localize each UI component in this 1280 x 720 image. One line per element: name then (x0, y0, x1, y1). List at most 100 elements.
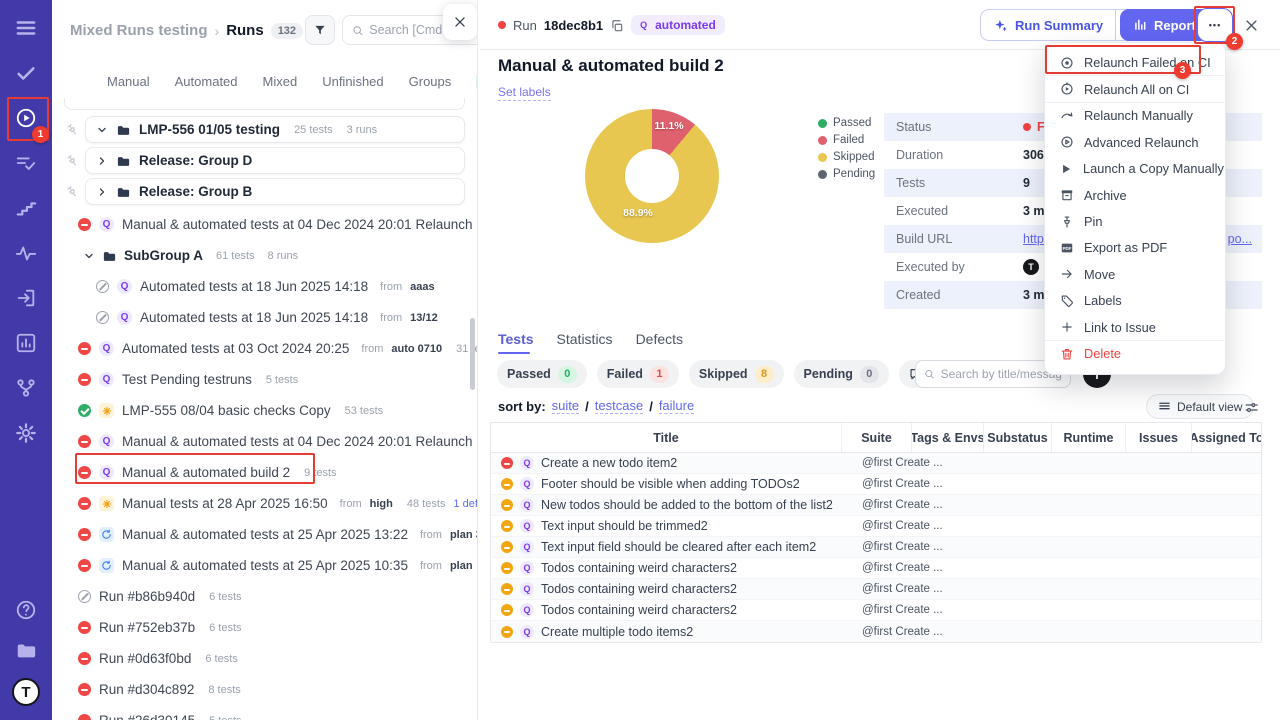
run-row-selected[interactable]: Manual & automated build 2 9 tests (52, 457, 477, 488)
table-row[interactable]: New todos should be added to the bottom … (491, 495, 1261, 516)
menu-item-export-pdf[interactable]: Export as PDF (1045, 235, 1225, 261)
tests-search-input[interactable] (941, 367, 1062, 381)
chevron-right-icon[interactable] (96, 185, 108, 199)
test-title[interactable]: Text input field should be cleared after… (541, 540, 816, 554)
test-suite[interactable]: @first Create ... (842, 562, 1263, 574)
group-title[interactable]: SubGroup A (124, 248, 203, 263)
run-row[interactable]: Automated tests at 18 Jun 2025 14:18 fro… (52, 271, 477, 302)
group-card[interactable]: Release: Group D (85, 147, 465, 174)
test-title[interactable]: Footer should be visible when adding TOD… (541, 477, 800, 491)
test-title[interactable]: Text input should be trimmed2 (541, 519, 708, 533)
run-row[interactable]: Run #d304c892 8 tests (52, 674, 477, 705)
tab-unfinished[interactable]: Unfinished (322, 74, 383, 89)
run-title[interactable]: Run #d304c892 (99, 682, 194, 697)
col-suite[interactable]: Suite (842, 423, 912, 452)
group-title[interactable]: Release: Group D (139, 153, 252, 168)
passed-filter-chip[interactable]: Passed0 (497, 360, 587, 388)
menu-item-relaunch-failed-ci[interactable]: Relaunch Failed on CI (1045, 50, 1225, 76)
test-suite[interactable]: @first Create ... (842, 541, 1263, 553)
test-suite[interactable]: @first Create ... (842, 604, 1263, 616)
run-row[interactable]: Automated tests at 18 Jun 2025 14:18 fro… (52, 302, 477, 333)
tab-statistics[interactable]: Statistics (557, 331, 613, 354)
test-title[interactable]: Create multiple todo items2 (541, 625, 693, 639)
tab-automated[interactable]: Automated (175, 74, 238, 89)
test-suite[interactable]: @first Create ... (842, 478, 1263, 490)
filter-button[interactable] (305, 15, 335, 45)
copy-icon[interactable] (610, 17, 624, 33)
menu-item-relaunch-manually[interactable]: Relaunch Manually (1045, 103, 1225, 129)
pulse-icon[interactable] (14, 241, 38, 265)
run-title[interactable]: Manual tests at 28 Apr 2025 16:50 (122, 496, 328, 511)
col-title[interactable]: Title (491, 423, 842, 452)
test-suite[interactable]: @first Create ... (842, 520, 1263, 532)
test-title[interactable]: Todos containing weird characters2 (541, 582, 737, 596)
run-title[interactable]: Automated tests at 03 Oct 2024 20:25 (122, 341, 349, 356)
group-title[interactable]: Release: Group B (139, 184, 252, 199)
run-title[interactable]: Run #752eb37b (99, 620, 195, 635)
col-runtime[interactable]: Runtime (1052, 423, 1126, 452)
pending-filter-chip[interactable]: Pending0 (794, 360, 889, 388)
table-row[interactable]: Create multiple todo items2 @first Creat… (491, 621, 1261, 642)
sign-in-icon[interactable] (14, 286, 38, 310)
tab-tests[interactable]: Tests (498, 331, 534, 354)
table-row[interactable]: Create a new todo item2 @first Create ..… (491, 453, 1261, 474)
run-title[interactable]: Run #b86b940d (99, 589, 195, 604)
test-title[interactable]: Todos containing weird characters2 (541, 561, 737, 575)
automated-badge[interactable]: automated (631, 15, 725, 35)
test-suite[interactable]: @first Create ... (842, 583, 1263, 595)
skipped-filter-chip[interactable]: Skipped8 (689, 360, 784, 388)
check-icon[interactable] (14, 61, 38, 85)
menu-item-advanced-relaunch[interactable]: Advanced Relaunch (1045, 129, 1225, 155)
run-title[interactable]: LMP-555 08/04 basic checks Copy (122, 403, 331, 418)
run-row[interactable]: Run #26d30145 5 tests (52, 705, 477, 720)
list-check-icon[interactable] (14, 151, 38, 175)
col-assigned-to[interactable]: Assigned To (1192, 423, 1261, 452)
run-row[interactable]: Manual tests at 28 Apr 2025 16:50 from h… (52, 488, 477, 519)
menu-item-pin[interactable]: Pin (1045, 208, 1225, 234)
scrollbar[interactable] (470, 318, 475, 390)
table-row[interactable]: Text input should be trimmed2 @first Cre… (491, 516, 1261, 537)
col-substatus[interactable]: Substatus (984, 423, 1052, 452)
run-row[interactable]: Test Pending testruns 5 tests (52, 364, 477, 395)
set-labels-link[interactable]: Set labels (498, 85, 551, 101)
tab-manual[interactable]: Manual (107, 74, 150, 89)
close-detail-icon[interactable] (1244, 16, 1259, 33)
table-row[interactable]: Footer should be visible when adding TOD… (491, 474, 1261, 495)
run-row[interactable]: Run #752eb37b 6 tests (52, 612, 477, 643)
group-card[interactable]: Release: Group B (85, 178, 465, 205)
branch-icon[interactable] (14, 376, 38, 400)
help-icon[interactable] (14, 598, 38, 622)
run-title[interactable]: Manual & automated tests at 04 Dec 2024 … (122, 217, 477, 232)
run-title[interactable]: Manual & automated tests at 04 Dec 2024 … (122, 434, 472, 449)
run-row[interactable]: Run #0d63f0bd 6 tests (52, 643, 477, 674)
view-selector[interactable]: Default view (1146, 394, 1254, 419)
group-card[interactable]: LMP-556 01/05 testing 25 tests 3 runs (85, 116, 465, 143)
menu-icon[interactable] (14, 16, 38, 40)
run-title[interactable]: Run #26d30145 (99, 713, 195, 720)
run-row[interactable]: Manual & automated tests at 04 Dec 2024 … (52, 209, 477, 240)
run-title[interactable]: Automated tests at 18 Jun 2025 14:18 (140, 279, 368, 294)
run-title[interactable]: Test Pending testruns (122, 372, 252, 387)
stairs-icon[interactable] (14, 196, 38, 220)
failed-filter-chip[interactable]: Failed1 (597, 360, 679, 388)
test-suite[interactable]: @first Create ... (842, 457, 1263, 469)
run-title[interactable]: Manual & automated build 2 (122, 465, 290, 480)
test-title[interactable]: Create a new todo item2 (541, 456, 677, 470)
run-defects-count[interactable]: 1 defects (453, 498, 477, 510)
run-title[interactable]: Run #0d63f0bd (99, 651, 191, 666)
tab-mixed[interactable]: Mixed (263, 74, 298, 89)
test-title[interactable]: Todos containing weird characters2 (541, 603, 737, 617)
run-row[interactable]: Manual & automated tests at 25 Apr 2025 … (52, 519, 477, 550)
chevron-right-icon[interactable] (96, 154, 108, 168)
run-row[interactable]: Manual & automated tests at 25 Apr 2025 … (52, 550, 477, 581)
menu-item-delete[interactable]: Delete (1045, 340, 1225, 366)
close-panel-button[interactable] (443, 4, 477, 40)
col-tags-envs[interactable]: Tags & Envs (912, 423, 984, 452)
table-row[interactable]: Todos containing weird characters2 @firs… (491, 558, 1261, 579)
runs-play-icon[interactable] (14, 106, 38, 130)
col-issues[interactable]: Issues (1126, 423, 1192, 452)
run-summary-button[interactable]: Run Summary (981, 10, 1115, 40)
projects-folder-icon[interactable] (14, 638, 38, 662)
column-settings-icon[interactable] (1244, 398, 1259, 415)
report-button[interactable]: Report (1120, 9, 1209, 41)
